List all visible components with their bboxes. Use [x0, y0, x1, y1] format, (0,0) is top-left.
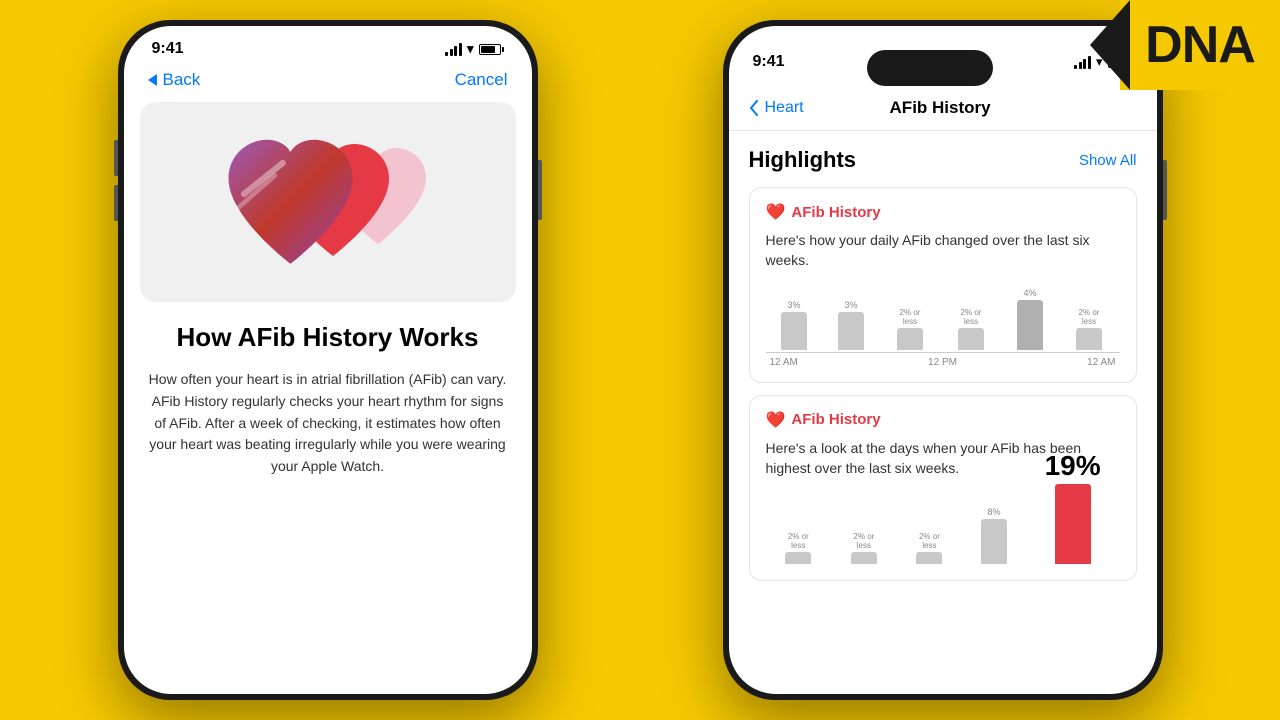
x-label-3: 12 AM: [1087, 357, 1115, 368]
bar-label-top-1: 3%: [787, 300, 800, 310]
phone-right: 9:41 ▾: [723, 20, 1163, 700]
x-label-2: 12 PM: [928, 357, 957, 368]
back-label-right: Heart: [765, 99, 804, 117]
bar-group-5: 4%: [1017, 288, 1043, 350]
status-bar-left: 9:41 ▾: [124, 26, 532, 66]
bottom-bar-g5: 19%: [1045, 450, 1101, 564]
back-label: Back: [163, 70, 201, 90]
card2-chart-row: 2% or less 2% or less 2% or less: [766, 486, 1120, 566]
dynamic-island: [867, 50, 993, 86]
bar-group-1: 3%: [781, 300, 807, 350]
phone-right-screen: 9:41 ▾: [729, 26, 1157, 694]
bar-label-top-4: 2% or less: [956, 308, 986, 326]
signal-icon: [445, 43, 462, 56]
heart-purple-icon: [213, 132, 368, 287]
back-button-right[interactable]: Heart: [749, 99, 804, 117]
bar-6: [1076, 328, 1102, 350]
bar-group-4: 2% or less: [956, 308, 986, 350]
bottom-bar-3: [916, 552, 942, 564]
chevron-left-icon: [148, 74, 157, 86]
volume-down-button[interactable]: [114, 185, 118, 221]
wifi-icon: ▾: [467, 41, 474, 57]
bars-container-1: 3% 3% 2% or less: [766, 283, 1120, 353]
battery-icon: [479, 44, 504, 55]
highlights-header: Highlights Show All: [749, 147, 1137, 173]
heart-icon-red-2: ❤️: [766, 410, 786, 430]
hearts-container: [208, 122, 448, 282]
status-icons-left: ▾: [445, 41, 503, 57]
signal-bar-4: [459, 43, 462, 56]
signal-bar-1: [445, 52, 448, 56]
bar-chart-1: 3% 3% 2% or less: [766, 283, 1120, 368]
bar-group-6: 2% or less: [1074, 308, 1104, 350]
nav-bar-right: Heart AFib History: [729, 90, 1157, 131]
bar-2: [838, 312, 864, 350]
heart-icon-red-1: ❤️: [766, 202, 786, 222]
phone-left-content: How AFib History Works How often your he…: [124, 302, 532, 498]
show-all-button[interactable]: Show All: [1079, 152, 1137, 169]
battery-tip: [502, 47, 504, 52]
bottom-bars-wrapper: 2% or less 2% or less 2% or less: [766, 486, 1120, 566]
bottom-bar-g2: 2% or less: [850, 532, 878, 564]
right-content: Highlights Show All ❤️ AFib History Here…: [729, 131, 1157, 609]
dna-logo-text: DNA: [1145, 15, 1255, 75]
dna-logo: DNA: [1120, 0, 1280, 90]
power-button-right[interactable]: [1163, 160, 1167, 220]
bottom-bar-g4: 8%: [981, 507, 1007, 564]
bottom-bar-5-red: [1055, 484, 1091, 564]
bottom-bar-g1: 2% or less: [784, 532, 812, 564]
time-left: 9:41: [152, 40, 184, 58]
bar-3: [897, 328, 923, 350]
battery-fill: [481, 46, 495, 53]
main-title: How AFib History Works: [148, 322, 508, 353]
bottom-bars: 2% or less 2% or less 2% or less: [766, 486, 1120, 566]
bar-4: [958, 328, 984, 350]
battery-body: [479, 44, 501, 55]
nav-bar-left: Back Cancel: [124, 66, 532, 102]
chevron-left-icon-right: [749, 100, 759, 116]
dna-arrow-decoration: [1090, 0, 1130, 90]
bottom-bar-4: [981, 519, 1007, 564]
afib-card-2: ❤️ AFib History Here's a look at the day…: [749, 395, 1137, 582]
back-button[interactable]: Back: [148, 70, 201, 90]
bar-label-top-3: 2% or less: [895, 308, 925, 326]
heart-illustration: [140, 102, 516, 302]
phone-left: 9:41 ▾: [118, 20, 538, 700]
volume-up-button[interactable]: [114, 140, 118, 176]
afib-card-1-text: Here's how your daily AFib changed over …: [766, 230, 1120, 271]
afib-card-1-title: AFib History: [791, 204, 880, 221]
bar-group-2: 3%: [838, 300, 864, 350]
power-button[interactable]: [538, 160, 542, 220]
bar-label-top-6: 2% or less: [1074, 308, 1104, 326]
bottom-bar-1: [785, 552, 811, 564]
bottom-bar-g3: 2% or less: [915, 532, 943, 564]
bar-5: [1017, 300, 1043, 350]
signal-bar-2: [450, 49, 453, 56]
x-label-1: 12 AM: [770, 357, 798, 368]
afib-card-1-header: ❤️ AFib History: [766, 202, 1120, 222]
bar-1: [781, 312, 807, 350]
bar-label-top-5: 4%: [1023, 288, 1036, 298]
percentage-label: 19%: [1045, 450, 1101, 482]
page-container: DNA 9:41 ▾: [0, 0, 1280, 720]
main-description: How often your heart is in atrial fibril…: [148, 369, 508, 477]
bottom-bar-2: [851, 552, 877, 564]
signal-bar-3: [454, 46, 457, 56]
cancel-button[interactable]: Cancel: [455, 70, 508, 90]
bar-group-3: 2% or less: [895, 308, 925, 350]
afib-card-1: ❤️ AFib History Here's how your daily AF…: [749, 187, 1137, 383]
bar-label-top-2: 3%: [844, 300, 857, 310]
phone-left-screen: 9:41 ▾: [124, 26, 532, 694]
nav-title-right: AFib History: [804, 98, 1077, 118]
afib-card-2-header: ❤️ AFib History: [766, 410, 1120, 430]
signal-icon-right: [1074, 56, 1091, 69]
time-right: 9:41: [753, 53, 785, 71]
afib-card-2-title: AFib History: [791, 411, 880, 428]
chart-x-labels-1: 12 AM 12 PM 12 AM: [766, 357, 1120, 368]
highlights-title: Highlights: [749, 147, 857, 173]
